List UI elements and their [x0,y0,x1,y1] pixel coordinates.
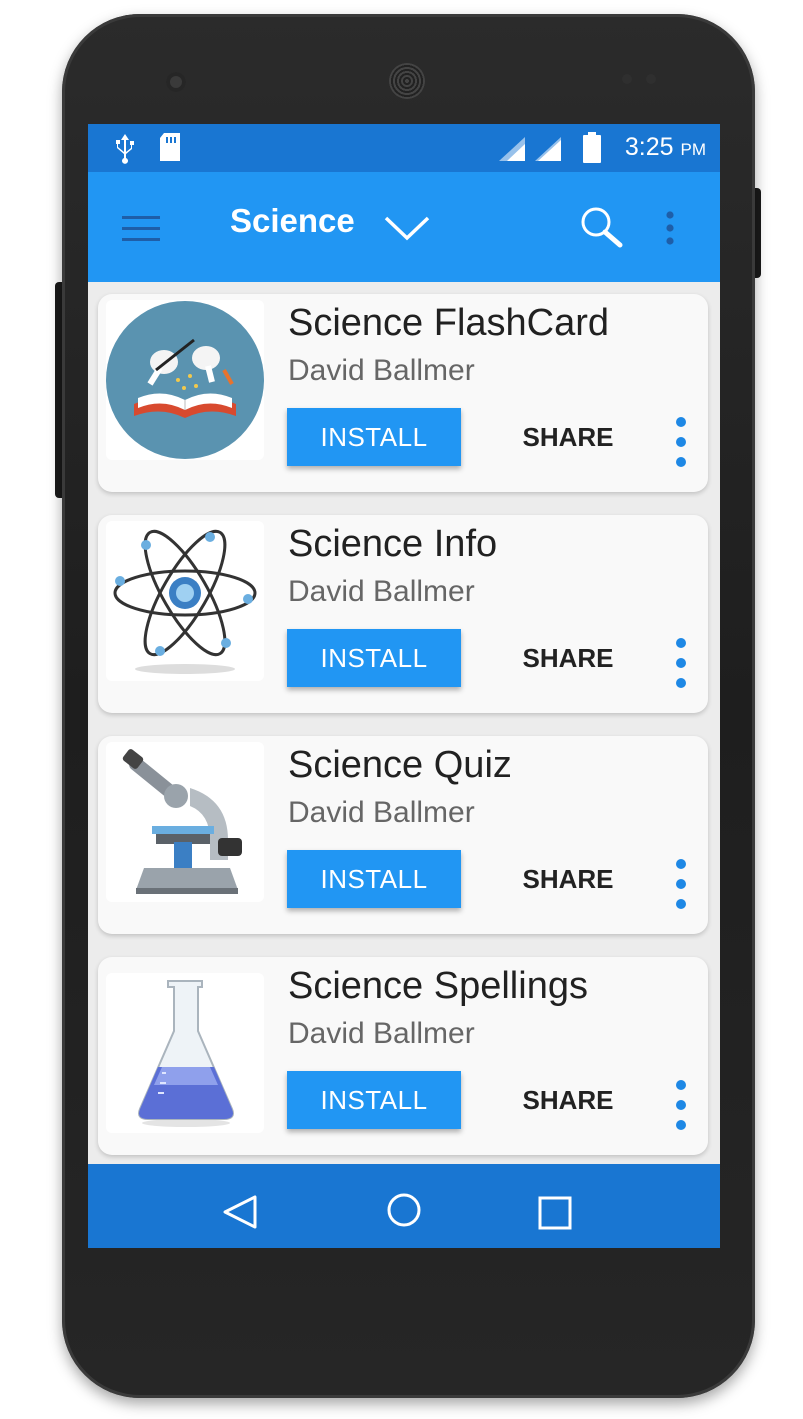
more-vert-icon[interactable] [674,416,688,468]
install-button[interactable]: INSTALL [287,629,461,687]
more-vert-icon[interactable] [674,637,688,689]
phone-screen: 3:25 PM Science Science FlashCard David … [88,124,720,1248]
app-title[interactable]: Science Spellings [288,965,588,1008]
app-title[interactable]: Science FlashCard [288,302,609,345]
app-developer[interactable]: David Ballmer [288,1017,475,1051]
install-button[interactable]: INSTALL [287,850,461,908]
app-card[interactable]: Science Quiz David Ballmer INSTALL SHARE [98,736,708,934]
chevron-down-icon[interactable] [384,214,430,247]
microscope-icon [106,742,264,902]
app-card[interactable]: Science Info David Ballmer INSTALL SHARE [98,515,708,713]
app-title[interactable]: Science Quiz [288,744,512,787]
atom-icon [106,521,264,681]
app-title[interactable]: Science Info [288,523,497,566]
earpiece-speaker [389,63,425,99]
more-vert-icon[interactable] [674,1079,688,1131]
page-title[interactable]: Science [230,202,355,240]
signal-icon [534,136,562,167]
status-bar: 3:25 PM [88,124,720,172]
menu-icon[interactable] [122,216,162,242]
back-icon[interactable] [222,1194,258,1235]
app-card[interactable]: Science FlashCard David Ballmer INSTALL … [98,294,708,492]
share-button[interactable]: SHARE [512,629,624,687]
usb-icon [112,132,138,169]
signal-icon [498,136,526,167]
home-icon[interactable] [386,1192,422,1233]
flask-icon [106,973,264,1133]
app-toolbar: Science [88,172,720,282]
magic-book-icon [106,300,264,460]
more-vert-icon[interactable] [664,210,676,251]
sensor [646,74,656,84]
install-button[interactable]: INSTALL [287,1071,461,1129]
battery-icon [582,132,602,169]
install-button[interactable]: INSTALL [287,408,461,466]
app-card[interactable]: Science Spellings David Ballmer INSTALL … [98,957,708,1155]
app-developer[interactable]: David Ballmer [288,796,475,830]
more-vert-icon[interactable] [674,858,688,910]
navigation-bar [88,1164,720,1248]
app-developer[interactable]: David Ballmer [288,575,475,609]
share-button[interactable]: SHARE [512,1071,624,1129]
sd-card-icon [158,132,182,167]
share-button[interactable]: SHARE [512,408,624,466]
clock: 3:25 PM [624,133,706,161]
recents-icon[interactable] [538,1196,572,1235]
app-developer[interactable]: David Ballmer [288,354,475,388]
search-icon[interactable] [578,204,624,255]
share-button[interactable]: SHARE [512,850,624,908]
sensor [622,74,632,84]
front-camera [166,72,186,92]
